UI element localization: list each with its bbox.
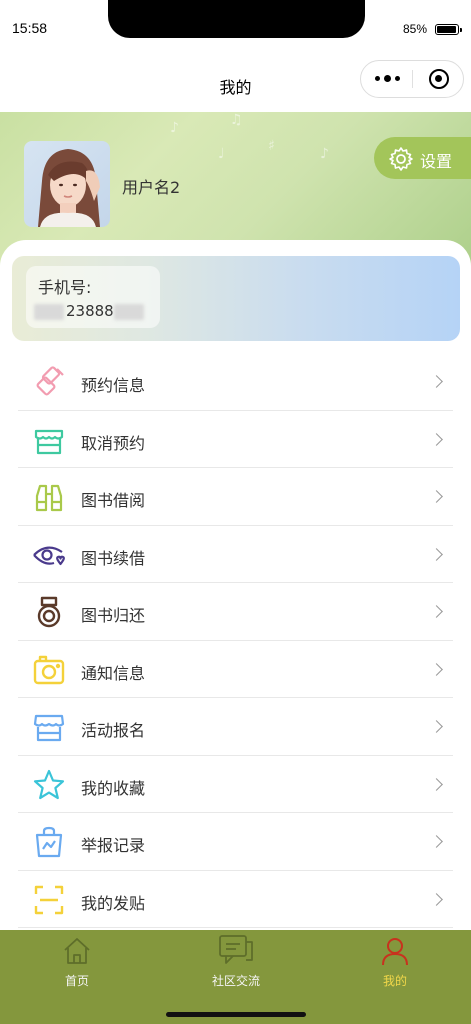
chevron-right-icon (430, 375, 443, 388)
username: 用户名2 (122, 178, 181, 197)
battery-percent: 85% (402, 22, 427, 36)
settings-button[interactable]: 设置 (374, 137, 471, 179)
menu-item-book-renew[interactable]: 图书续借 (18, 526, 453, 583)
store-icon (34, 429, 64, 454)
home-icon (64, 938, 90, 964)
menu-item-label: 活动报名 (81, 721, 146, 740)
phone-value: 23888 (66, 302, 114, 320)
menu-item-my-posts[interactable]: 我的发贴 (18, 871, 453, 928)
tab-community[interactable]: 社区交流 (176, 930, 296, 996)
masked-digits (114, 304, 144, 320)
tab-bar: 首页 社区交流 我的 (0, 930, 471, 1024)
chevron-right-icon (430, 490, 443, 503)
menu-item-label: 举报记录 (81, 836, 146, 855)
settings-label: 设置 (420, 152, 453, 171)
menu-item-cancel-reservation[interactable]: 取消预约 (18, 411, 453, 468)
menu-item-label: 我的收藏 (81, 778, 146, 798)
menu-item-report-records[interactable]: 举报记录 (18, 813, 453, 871)
capsule-divider (412, 70, 413, 88)
tab-label: 首页 (64, 974, 89, 988)
eye-heart-icon (33, 546, 65, 565)
bag-chart-icon (35, 826, 63, 858)
menu-item-label: 通知信息 (81, 663, 146, 683)
menu-item-label: 图书归还 (81, 606, 146, 625)
menu-item-label: 图书续借 (81, 548, 146, 568)
menu-item-favorites[interactable]: 我的收藏 (18, 756, 453, 813)
chat-icon (219, 935, 253, 964)
more-icon[interactable] (373, 69, 401, 87)
menu-item-notifications[interactable]: 通知信息 (18, 641, 453, 698)
menu-item-label: 我的发贴 (81, 893, 146, 913)
music-note-icon: ♪ (170, 120, 179, 136)
tab-mine[interactable]: 我的 (335, 930, 455, 996)
medal-icon (37, 596, 61, 628)
gear-icon (389, 147, 413, 171)
status-bar: 15:58 85% (0, 0, 471, 48)
chevron-right-icon (430, 432, 443, 446)
music-note-icon: ♪ (320, 146, 329, 162)
phone-label: 手机号: (38, 278, 92, 297)
scan-icon (34, 885, 64, 914)
shop-icon (33, 714, 65, 742)
music-note-icon: ♫ (230, 112, 243, 128)
tab-label: 我的 (382, 974, 407, 988)
tab-home[interactable]: 首页 (17, 930, 137, 996)
chevron-right-icon (430, 720, 443, 733)
avatar[interactable] (24, 141, 110, 227)
status-time: 15:58 (12, 20, 48, 36)
music-note-icon: ♯ (268, 138, 275, 154)
music-note-icon: ♩ (218, 146, 225, 162)
menu-item-label: 预约信息 (81, 376, 146, 395)
camera-notch (108, 0, 365, 38)
menu-item-book-return[interactable]: 图书归还 (18, 583, 453, 641)
menu-item-label: 取消预约 (81, 433, 146, 453)
menu-item-book-borrow[interactable]: 图书借阅 (18, 468, 453, 526)
star-icon (33, 769, 65, 799)
tab-label: 社区交流 (211, 974, 260, 988)
masked-digits (34, 304, 64, 320)
menu-list: 预约信息 取消预约 图书借阅 图书续借 图书归还 通知信息 活动报名 我的收藏 … (18, 353, 453, 928)
chevron-right-icon (430, 892, 443, 906)
chevron-right-icon (430, 835, 443, 848)
menu-item-label: 图书借阅 (81, 491, 146, 510)
mini-program-capsule (360, 60, 464, 98)
nav-bar: 我的 (0, 48, 471, 112)
chevron-right-icon (430, 662, 443, 676)
close-target-icon[interactable] (429, 69, 449, 89)
chevron-right-icon (430, 547, 443, 561)
menu-item-event-signup[interactable]: 活动报名 (18, 698, 453, 756)
menu-item-reservation-info[interactable]: 预约信息 (18, 353, 453, 411)
brush-icon (36, 366, 64, 396)
chevron-right-icon (430, 605, 443, 618)
camera-icon (33, 655, 65, 684)
home-indicator (166, 1012, 306, 1017)
chevron-right-icon (430, 777, 443, 791)
battery-icon (435, 24, 462, 35)
user-icon (382, 938, 408, 966)
binoculars-icon (35, 484, 63, 512)
